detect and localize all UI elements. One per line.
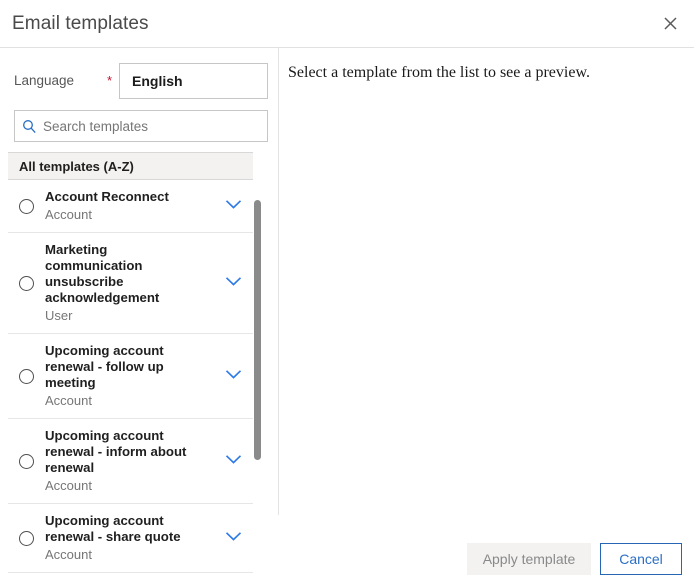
list-item-text: Account Reconnect Account [45,189,213,223]
template-preview-panel: Select a template from the list to see a… [279,48,694,515]
list-item-title: Marketing communication unsubscribe ackn… [45,242,160,305]
list-item-subtitle: Account [45,478,92,493]
required-indicator: * [107,73,113,88]
chevron-down-icon [225,452,242,470]
preview-empty-message: Select a template from the list to see a… [288,64,590,81]
list-item-title: Account Reconnect [45,189,169,204]
list-item-subtitle: Account [45,393,92,408]
dialog-header: Email templates [0,0,694,48]
list-item-subtitle: Account [45,207,92,222]
search-templates-box[interactable] [14,110,268,142]
template-radio[interactable] [8,275,45,291]
list-item[interactable]: Account Reconnect Account [8,180,253,233]
radio-button-icon [19,453,34,469]
radio-button-icon [19,368,34,384]
apply-template-button[interactable]: Apply template [467,543,591,575]
chevron-down-icon [225,274,242,292]
language-select[interactable]: English [119,63,268,99]
search-icon [15,119,43,134]
search-input[interactable] [43,118,253,134]
radio-button-icon [19,198,34,214]
expand-template-button[interactable] [213,274,253,292]
language-label: Language [14,73,75,88]
list-item-title: Upcoming account renewal - inform about … [45,428,187,475]
template-selection-panel: Language * English All templates (A-Z) A… [0,48,278,573]
template-list: All templates (A-Z) Account Reconnect Ac… [8,152,260,573]
template-radio[interactable] [8,368,45,384]
list-item[interactable]: Marketing communication unsubscribe ackn… [8,233,253,334]
close-icon [663,16,677,30]
template-radio[interactable] [8,198,45,214]
expand-template-button[interactable] [213,452,253,470]
dialog-footer: Apply template Cancel [0,516,694,584]
list-item[interactable]: Upcoming account renewal - inform about … [8,419,253,504]
language-field-row: Language * English [14,63,268,99]
list-item-text: Upcoming account renewal - follow up mee… [45,343,213,409]
close-button[interactable] [652,6,688,40]
radio-button-icon [19,275,34,291]
list-item-title: Upcoming account renewal - follow up mee… [45,343,164,390]
list-item[interactable]: Upcoming account renewal - follow up mee… [8,334,253,419]
cancel-button[interactable]: Cancel [600,543,682,575]
template-list-items: Account Reconnect Account Marketing comm… [8,180,260,573]
expand-template-button[interactable] [213,367,253,385]
list-item-subtitle: User [45,308,73,323]
scrollbar-thumb[interactable] [254,200,261,460]
chevron-down-icon [225,367,242,385]
page-title: Email templates [12,13,149,34]
chevron-down-icon [225,197,242,215]
template-list-scrollbar[interactable] [253,152,262,514]
template-radio[interactable] [8,453,45,469]
list-item-text: Upcoming account renewal - inform about … [45,428,213,494]
expand-template-button[interactable] [213,197,253,215]
language-selected-value: English [132,73,183,89]
list-group-header: All templates (A-Z) [8,152,260,180]
list-item-text: Marketing communication unsubscribe ackn… [45,242,213,324]
